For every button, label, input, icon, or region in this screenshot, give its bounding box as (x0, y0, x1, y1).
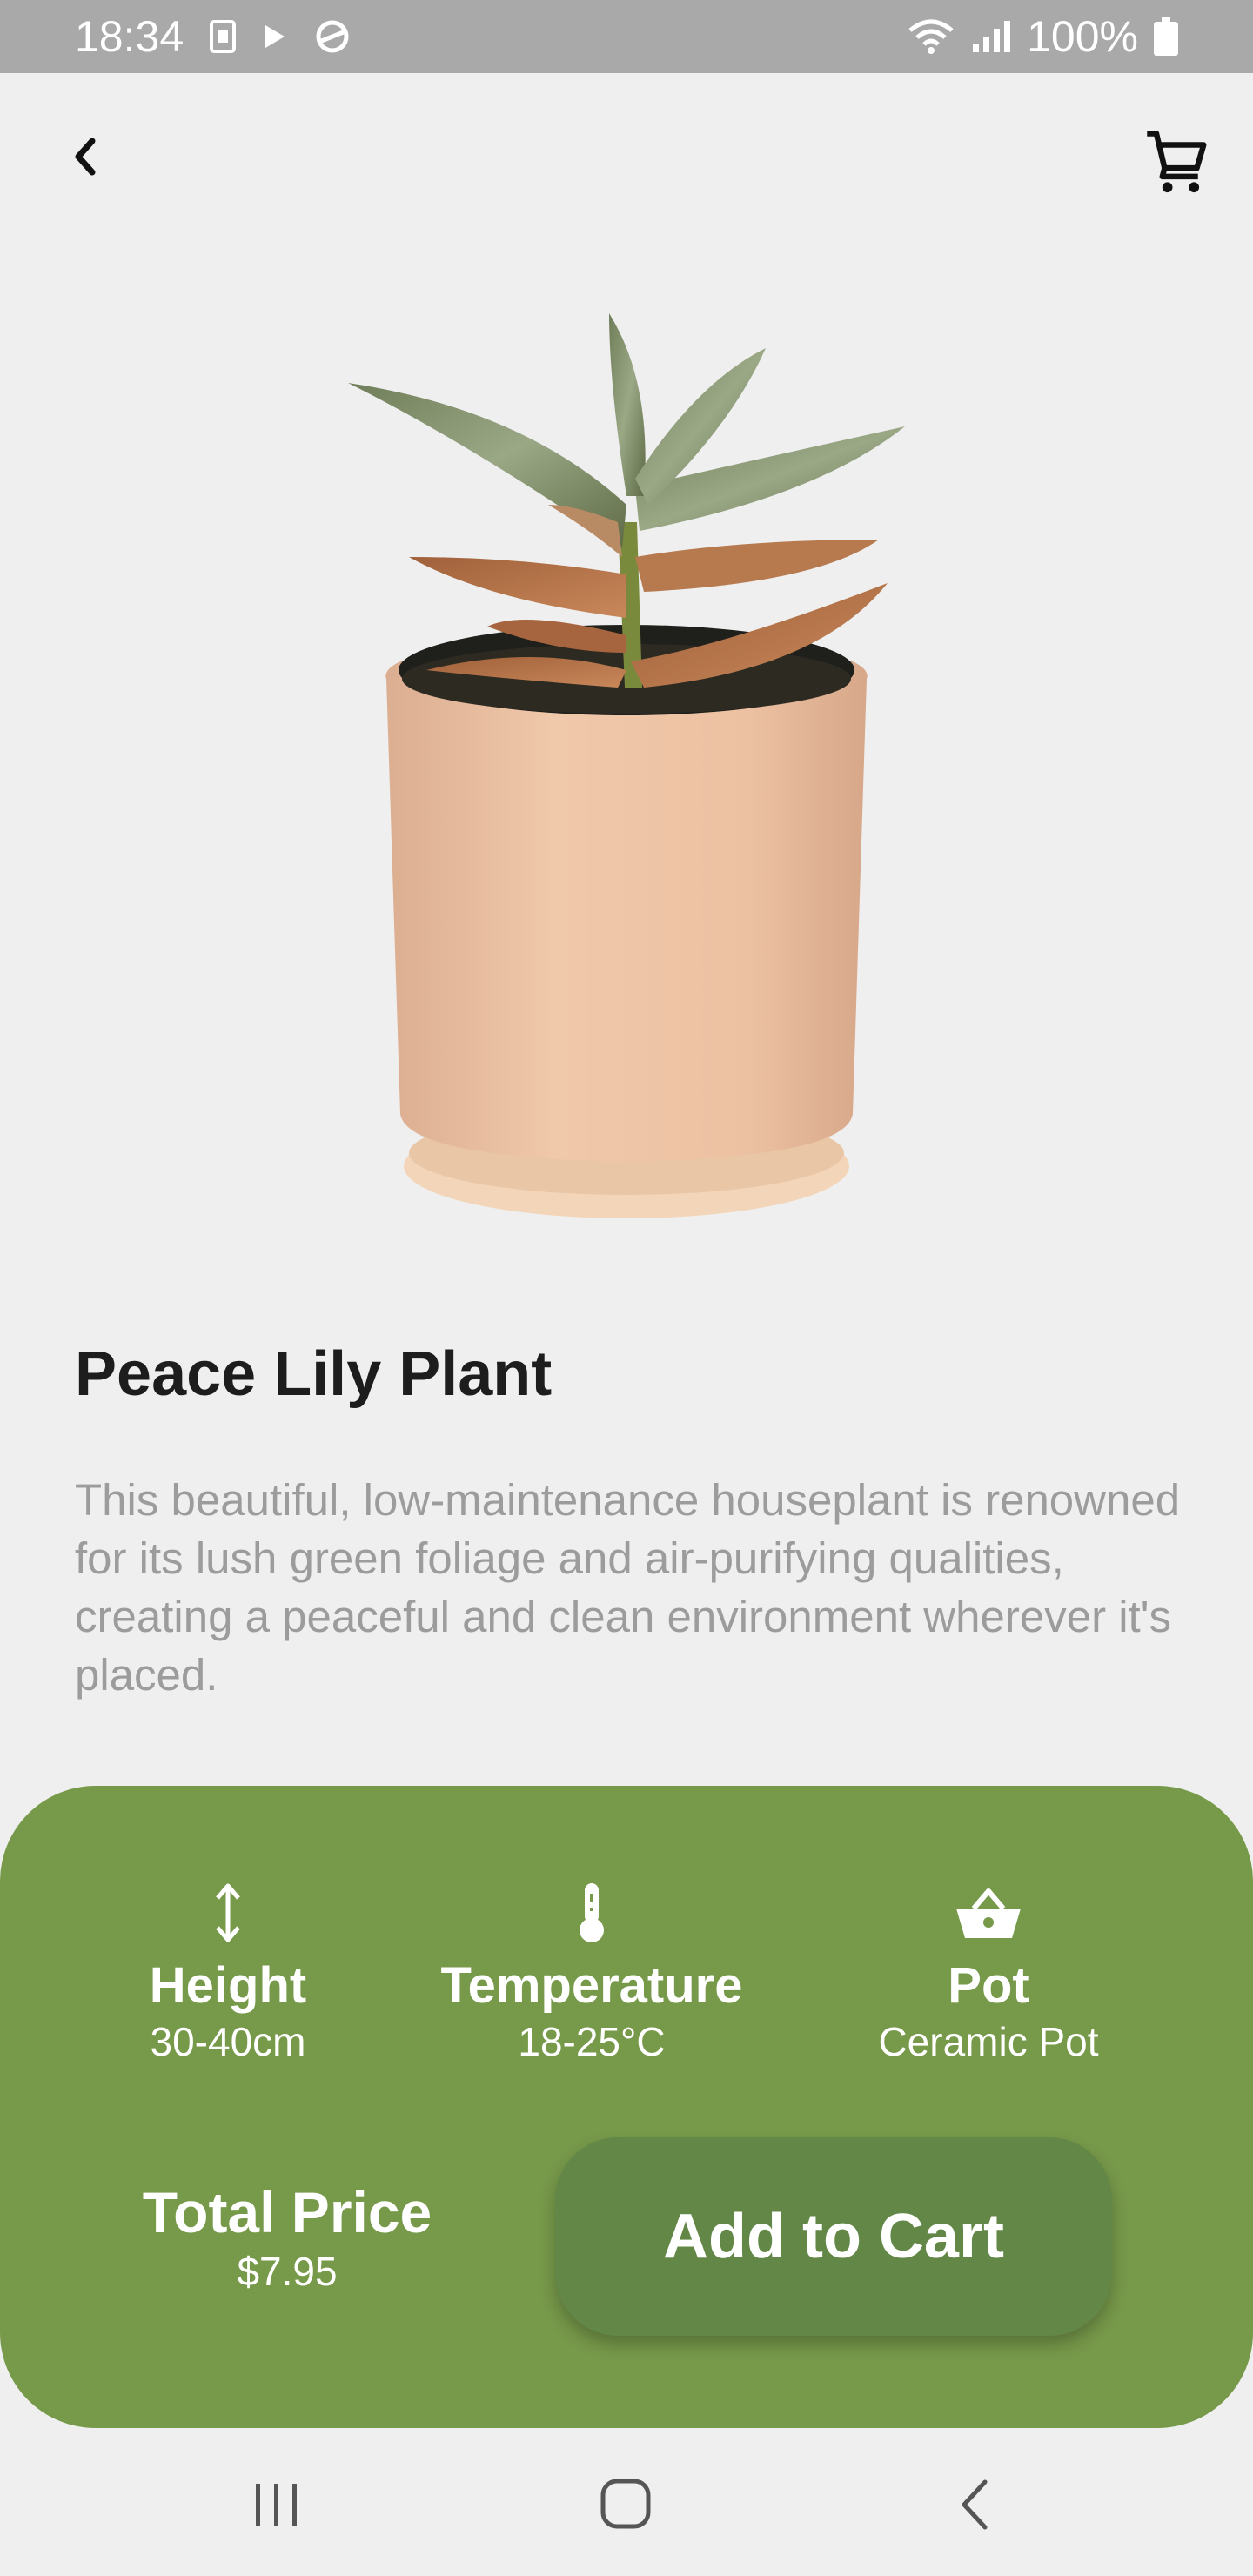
recents-icon[interactable] (252, 2480, 301, 2529)
total-price: Total Price $7.95 (104, 2177, 470, 2296)
spec-pot: Pot Ceramic Pot (832, 1882, 1145, 2066)
battery-icon (1154, 17, 1178, 56)
home-icon[interactable] (599, 2477, 653, 2531)
basket-icon (956, 1888, 1021, 1938)
spec-height-label: Height (149, 1957, 307, 2014)
system-nav-bar (0, 2428, 1253, 2576)
shopping-cart-icon (1147, 131, 1207, 193)
spec-temperature: Temperature 18-25°C (409, 1882, 774, 2066)
thermometer-icon (580, 1883, 604, 1942)
sim-card-icon (210, 20, 237, 53)
battery-percent: 100% (1027, 12, 1138, 61)
sync-icon (312, 19, 352, 54)
spec-height: Height 30-40cm (80, 1882, 376, 2066)
back-icon[interactable] (957, 2477, 992, 2532)
spec-height-value: 30-40cm (150, 2019, 306, 2064)
add-to-cart-button[interactable]: Add to Cart (555, 2137, 1112, 2336)
spec-temperature-label: Temperature (440, 1957, 743, 2014)
cart-button[interactable] (1136, 120, 1220, 204)
play-icon (262, 23, 286, 50)
total-price-label: Total Price (142, 2180, 432, 2244)
chevron-left-icon (75, 138, 96, 176)
product-description: This beautiful, low-maintenance housepla… (75, 1475, 1181, 1700)
height-arrows-icon (216, 1883, 240, 1942)
spec-pot-value: Ceramic Pot (878, 2019, 1099, 2064)
signal-icon (971, 19, 1011, 54)
wifi-icon (907, 18, 955, 55)
product-details-panel: Height 30-40cm Temperature 18-25°C Pot C… (0, 1786, 1253, 2428)
product-title: Peace Lily Plant (75, 1339, 553, 1409)
back-button[interactable] (54, 125, 117, 188)
top-app-bar (0, 73, 1253, 247)
spec-temperature-value: 18-25°C (518, 2019, 666, 2064)
total-price-value: $7.95 (237, 2249, 338, 2294)
spec-pot-label: Pot (948, 1957, 1029, 2014)
potted-plant-image (331, 296, 922, 1244)
status-time: 18:34 (75, 12, 184, 61)
status-bar: 18:34 100% (0, 0, 1253, 73)
